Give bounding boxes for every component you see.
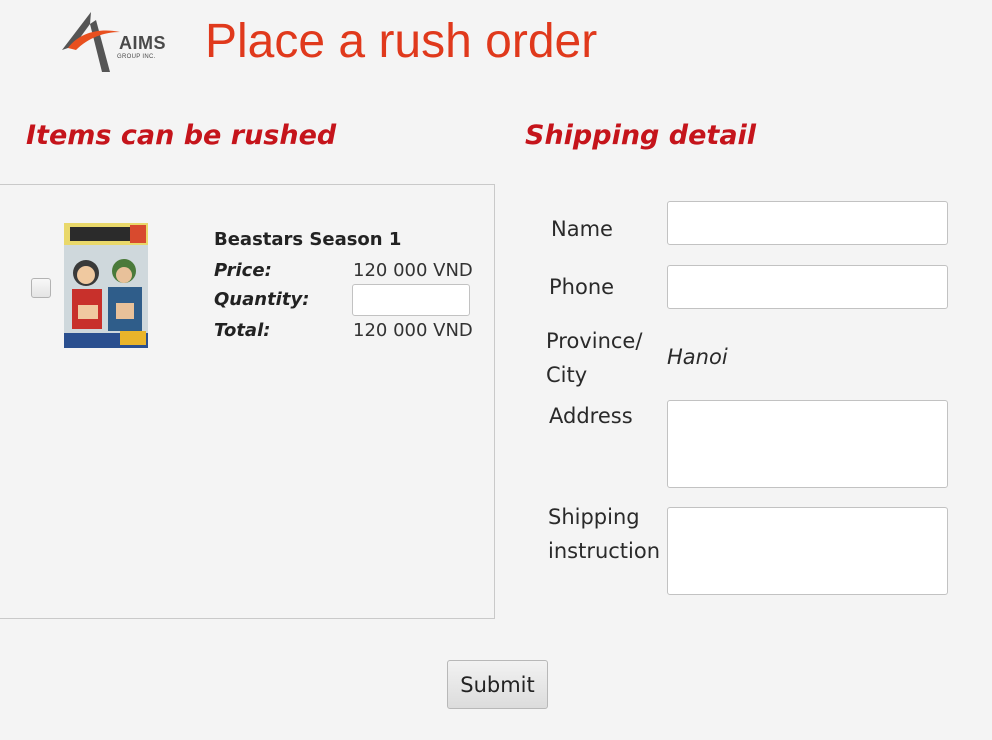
total-value: 120 000 VND (353, 320, 473, 341)
province-label-line2: City (546, 363, 588, 387)
province-value: Hanoi (667, 345, 728, 369)
address-input[interactable] (667, 400, 948, 488)
page-title: Place a rush order (205, 15, 598, 68)
name-input[interactable] (667, 201, 948, 245)
phone-label: Phone (549, 275, 615, 299)
shipping-instruction-label-line2: instruction (548, 539, 661, 563)
logo-subtext: GROUP INC. (117, 54, 156, 60)
province-label-line1: Province/ (546, 329, 643, 353)
shipping-section-title: Shipping detail (525, 120, 757, 151)
total-label: Total: (214, 320, 271, 341)
product-cover-image (64, 223, 148, 348)
item-select-checkbox[interactable] (31, 278, 51, 298)
phone-input[interactable] (667, 265, 948, 309)
price-value: 120 000 VND (353, 260, 473, 281)
product-name: Beastars Season 1 (214, 229, 402, 250)
shipping-instruction-input[interactable] (667, 507, 948, 595)
quantity-label: Quantity: (214, 289, 310, 310)
shipping-instruction-label-line1: Shipping (548, 505, 640, 529)
province-label: Province/ City (546, 324, 642, 392)
submit-button[interactable]: Submit (447, 660, 548, 709)
name-label: Name (551, 217, 613, 241)
price-label: Price: (214, 260, 272, 281)
items-section-title: Items can be rushed (26, 120, 337, 151)
shipping-instruction-label: Shipping instruction (548, 500, 660, 568)
address-label: Address (549, 404, 633, 428)
logo-text: AIMS (119, 33, 166, 53)
quantity-input[interactable] (352, 284, 470, 316)
